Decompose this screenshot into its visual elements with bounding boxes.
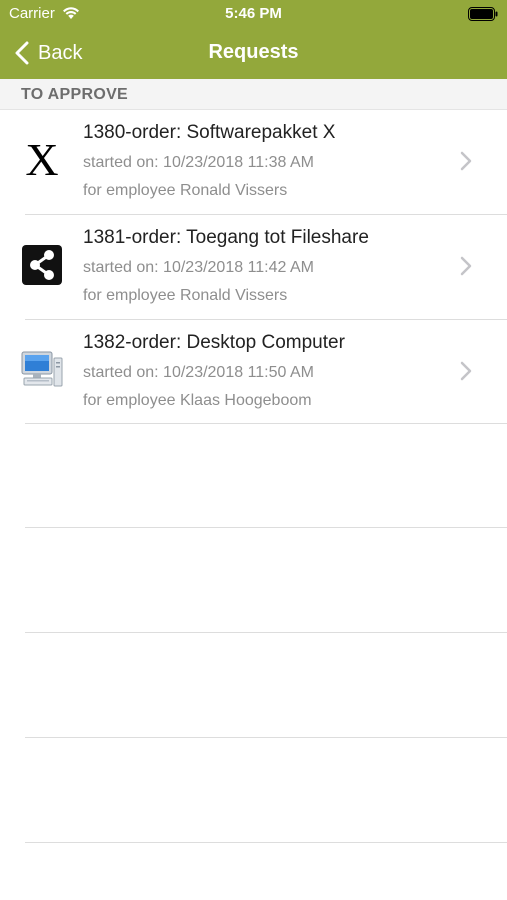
request-row[interactable]: 1382-order: Desktop Computer started on:… bbox=[0, 320, 507, 425]
status-bar: Carrier 5:46 PM bbox=[0, 0, 507, 28]
desktop-computer-icon bbox=[20, 348, 64, 392]
empty-row-separator bbox=[25, 527, 507, 528]
request-started: started on: 10/23/2018 11:50 AM bbox=[83, 364, 314, 381]
request-title: 1381-order: Toegang tot Fileshare bbox=[83, 227, 369, 248]
chevron-right-icon bbox=[460, 256, 472, 276]
request-title: 1380-order: Softwarepakket X bbox=[83, 122, 336, 143]
page-title: Requests bbox=[208, 41, 299, 63]
request-employee: for employee Ronald Vissers bbox=[83, 287, 288, 304]
empty-row-separator bbox=[25, 842, 507, 843]
request-started: started on: 10/23/2018 11:42 AM bbox=[83, 259, 314, 276]
section-header: TO APPROVE bbox=[0, 79, 507, 110]
share-icon bbox=[20, 243, 64, 287]
request-row[interactable]: 1381-order: Toegang tot Fileshare starte… bbox=[0, 215, 507, 320]
section-header-label: TO APPROVE bbox=[21, 86, 129, 103]
empty-row-separator bbox=[25, 632, 507, 633]
clock: 5:46 PM bbox=[225, 5, 282, 22]
top-bar: Carrier 5:46 PM Back Requests bbox=[0, 0, 507, 79]
request-employee: for employee Klaas Hoogeboom bbox=[83, 392, 312, 409]
navigation-bar: Back Requests bbox=[0, 28, 507, 79]
battery-icon bbox=[468, 7, 498, 21]
x-icon: X bbox=[25, 134, 59, 185]
request-title: 1382-order: Desktop Computer bbox=[83, 332, 345, 353]
empty-row-separator bbox=[25, 737, 507, 738]
request-row[interactable]: X 1380-order: Softwarepakket X started o… bbox=[0, 110, 507, 215]
request-employee: for employee Ronald Vissers bbox=[83, 182, 288, 199]
chevron-right-icon bbox=[460, 151, 472, 171]
row-separator bbox=[25, 423, 507, 424]
request-started: started on: 10/23/2018 11:38 AM bbox=[83, 154, 314, 171]
chevron-right-icon bbox=[460, 361, 472, 381]
